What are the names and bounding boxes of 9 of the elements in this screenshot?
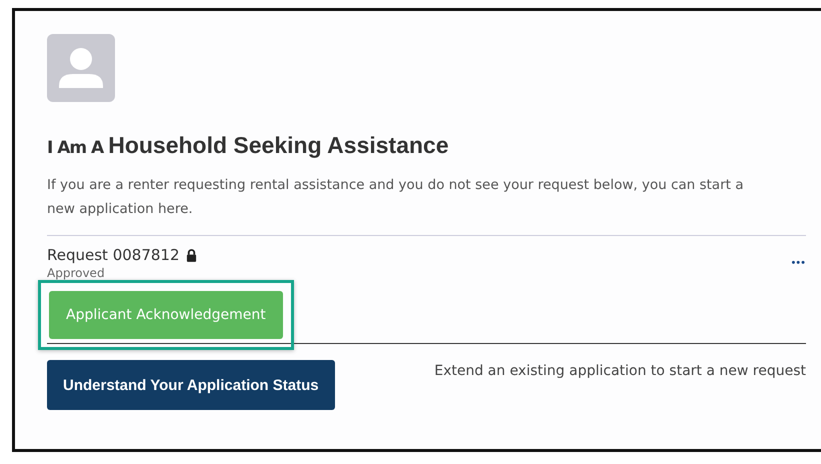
request-status: Approved — [47, 266, 106, 280]
status-button[interactable]: Understand Your Application Status — [47, 360, 335, 410]
heading-prefix: I Am A — [47, 138, 104, 158]
extend-text: Extend an existing application to start a new request — [433, 362, 806, 381]
page-title: Household Seeking Assistance — [108, 132, 449, 159]
request-title: Request 0087812 — [47, 246, 180, 264]
avatar-icon — [47, 34, 115, 102]
intro-text: If you are a renter requesting rental assistance and you do not see your request below, you can start a new application here. — [47, 176, 744, 219]
more-button[interactable]: ••• — [791, 257, 806, 269]
